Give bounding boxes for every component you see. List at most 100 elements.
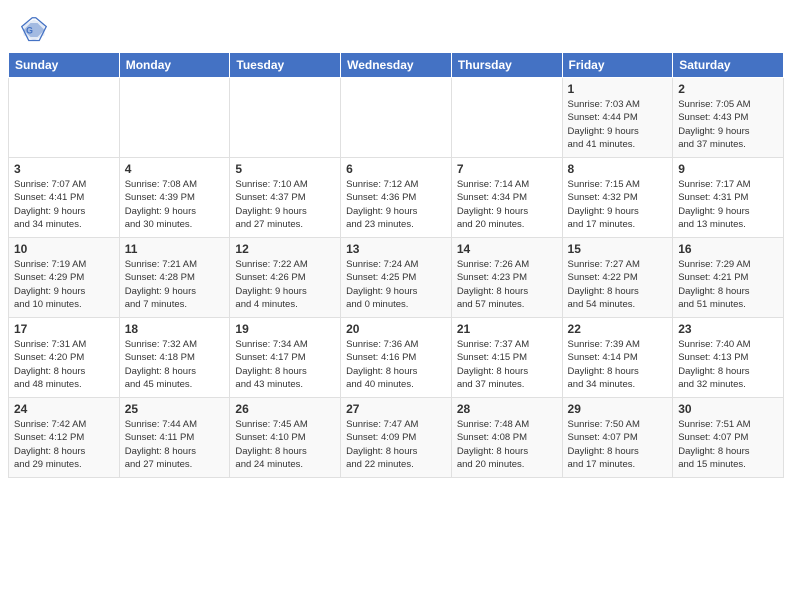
- calendar-cell: [341, 78, 452, 158]
- calendar-cell: 26 Sunrise: 7:45 AM Sunset: 4:10 PM Dayli…: [230, 398, 341, 478]
- day-number: 23: [678, 322, 778, 336]
- day-info: Sunrise: 7:17 AM Sunset: 4:31 PM Dayligh…: [678, 178, 778, 231]
- col-header-monday: Monday: [119, 53, 230, 78]
- day-info: Sunrise: 7:21 AM Sunset: 4:28 PM Dayligh…: [125, 258, 225, 311]
- calendar-cell: 12 Sunrise: 7:22 AM Sunset: 4:26 PM Dayli…: [230, 238, 341, 318]
- day-number: 24: [14, 402, 114, 416]
- day-number: 25: [125, 402, 225, 416]
- calendar-week-row: 24 Sunrise: 7:42 AM Sunset: 4:12 PM Dayli…: [9, 398, 784, 478]
- calendar-week-row: 3 Sunrise: 7:07 AM Sunset: 4:41 PM Daylig…: [9, 158, 784, 238]
- day-info: Sunrise: 7:26 AM Sunset: 4:23 PM Dayligh…: [457, 258, 557, 311]
- day-number: 18: [125, 322, 225, 336]
- calendar-week-row: 10 Sunrise: 7:19 AM Sunset: 4:29 PM Dayli…: [9, 238, 784, 318]
- day-number: 17: [14, 322, 114, 336]
- day-info: Sunrise: 7:29 AM Sunset: 4:21 PM Dayligh…: [678, 258, 778, 311]
- col-header-saturday: Saturday: [673, 53, 784, 78]
- day-info: Sunrise: 7:31 AM Sunset: 4:20 PM Dayligh…: [14, 338, 114, 391]
- day-number: 20: [346, 322, 446, 336]
- calendar-cell: 19Sunrise: 7:34 AM Sunset: 4:17 PM Dayli…: [230, 318, 341, 398]
- day-number: 14: [457, 242, 557, 256]
- day-info: Sunrise: 7:36 AM Sunset: 4:16 PM Dayligh…: [346, 338, 446, 391]
- day-info: Sunrise: 7:12 AM Sunset: 4:36 PM Dayligh…: [346, 178, 446, 231]
- day-number: 22: [568, 322, 668, 336]
- calendar-cell: 6 Sunrise: 7:12 AM Sunset: 4:36 PM Daylig…: [341, 158, 452, 238]
- day-number: 28: [457, 402, 557, 416]
- day-number: 4: [125, 162, 225, 176]
- calendar-cell: 2 Sunrise: 7:05 AM Sunset: 4:43 PM Daylig…: [673, 78, 784, 158]
- page-container: G SundayMondayTuesdayWednesdayThursdayFr…: [0, 0, 792, 486]
- logo-icon: G: [20, 16, 48, 44]
- calendar-cell: 27Sunrise: 7:47 AM Sunset: 4:09 PM Dayli…: [341, 398, 452, 478]
- col-header-thursday: Thursday: [451, 53, 562, 78]
- day-number: 8: [568, 162, 668, 176]
- calendar-header-row: SundayMondayTuesdayWednesdayThursdayFrid…: [9, 53, 784, 78]
- calendar-cell: 18 Sunrise: 7:32 AM Sunset: 4:18 PM Dayli…: [119, 318, 230, 398]
- day-number: 11: [125, 242, 225, 256]
- calendar-cell: 28Sunrise: 7:48 AM Sunset: 4:08 PM Dayli…: [451, 398, 562, 478]
- calendar-cell: 1 Sunrise: 7:03 AM Sunset: 4:44 PM Daylig…: [562, 78, 673, 158]
- calendar-cell: 17 Sunrise: 7:31 AM Sunset: 4:20 PM Dayli…: [9, 318, 120, 398]
- day-info: Sunrise: 7:40 AM Sunset: 4:13 PM Dayligh…: [678, 338, 778, 391]
- day-number: 3: [14, 162, 114, 176]
- calendar-cell: 14 Sunrise: 7:26 AM Sunset: 4:23 PM Dayli…: [451, 238, 562, 318]
- day-info: Sunrise: 7:07 AM Sunset: 4:41 PM Dayligh…: [14, 178, 114, 231]
- day-info: Sunrise: 7:32 AM Sunset: 4:18 PM Dayligh…: [125, 338, 225, 391]
- day-info: Sunrise: 7:39 AM Sunset: 4:14 PM Dayligh…: [568, 338, 668, 391]
- calendar-cell: 10 Sunrise: 7:19 AM Sunset: 4:29 PM Dayli…: [9, 238, 120, 318]
- day-info: Sunrise: 7:45 AM Sunset: 4:10 PM Dayligh…: [235, 418, 335, 471]
- col-header-sunday: Sunday: [9, 53, 120, 78]
- calendar-cell: 23 Sunrise: 7:40 AM Sunset: 4:13 PM Dayli…: [673, 318, 784, 398]
- day-info: Sunrise: 7:34 AM Sunset: 4:17 PM Dayligh…: [235, 338, 335, 391]
- calendar-week-row: 1 Sunrise: 7:03 AM Sunset: 4:44 PM Daylig…: [9, 78, 784, 158]
- svg-text:G: G: [26, 26, 33, 36]
- day-number: 6: [346, 162, 446, 176]
- calendar-cell: [451, 78, 562, 158]
- day-number: 10: [14, 242, 114, 256]
- calendar-cell: 20 Sunrise: 7:36 AM Sunset: 4:16 PM Dayli…: [341, 318, 452, 398]
- day-number: 7: [457, 162, 557, 176]
- day-info: Sunrise: 7:24 AM Sunset: 4:25 PM Dayligh…: [346, 258, 446, 311]
- calendar-cell: [119, 78, 230, 158]
- calendar-table: SundayMondayTuesdayWednesdayThursdayFrid…: [8, 52, 784, 478]
- calendar-week-row: 17 Sunrise: 7:31 AM Sunset: 4:20 PM Dayli…: [9, 318, 784, 398]
- day-number: 21: [457, 322, 557, 336]
- day-number: 12: [235, 242, 335, 256]
- calendar-cell: 13 Sunrise: 7:24 AM Sunset: 4:25 PM Dayli…: [341, 238, 452, 318]
- day-info: Sunrise: 7:19 AM Sunset: 4:29 PM Dayligh…: [14, 258, 114, 311]
- calendar-cell: 3 Sunrise: 7:07 AM Sunset: 4:41 PM Daylig…: [9, 158, 120, 238]
- calendar-cell: 30Sunrise: 7:51 AM Sunset: 4:07 PM Dayli…: [673, 398, 784, 478]
- day-number: 29: [568, 402, 668, 416]
- calendar-cell: 9 Sunrise: 7:17 AM Sunset: 4:31 PM Daylig…: [673, 158, 784, 238]
- calendar-cell: [9, 78, 120, 158]
- day-info: Sunrise: 7:08 AM Sunset: 4:39 PM Dayligh…: [125, 178, 225, 231]
- day-number: 2: [678, 82, 778, 96]
- col-header-friday: Friday: [562, 53, 673, 78]
- day-number: 15: [568, 242, 668, 256]
- calendar-cell: 21Sunrise: 7:37 AM Sunset: 4:15 PM Dayli…: [451, 318, 562, 398]
- day-info: Sunrise: 7:05 AM Sunset: 4:43 PM Dayligh…: [678, 98, 778, 151]
- day-number: 9: [678, 162, 778, 176]
- day-number: 5: [235, 162, 335, 176]
- day-number: 30: [678, 402, 778, 416]
- day-number: 16: [678, 242, 778, 256]
- day-number: 1: [568, 82, 668, 96]
- logo: G: [20, 16, 52, 44]
- calendar-cell: 22 Sunrise: 7:39 AM Sunset: 4:14 PM Dayli…: [562, 318, 673, 398]
- calendar-cell: [230, 78, 341, 158]
- col-header-tuesday: Tuesday: [230, 53, 341, 78]
- day-number: 13: [346, 242, 446, 256]
- day-number: 26: [235, 402, 335, 416]
- calendar-cell: 16 Sunrise: 7:29 AM Sunset: 4:21 PM Dayli…: [673, 238, 784, 318]
- day-info: Sunrise: 7:22 AM Sunset: 4:26 PM Dayligh…: [235, 258, 335, 311]
- day-info: Sunrise: 7:14 AM Sunset: 4:34 PM Dayligh…: [457, 178, 557, 231]
- day-info: Sunrise: 7:03 AM Sunset: 4:44 PM Dayligh…: [568, 98, 668, 151]
- day-number: 27: [346, 402, 446, 416]
- calendar-cell: 7 Sunrise: 7:14 AM Sunset: 4:34 PM Daylig…: [451, 158, 562, 238]
- day-info: Sunrise: 7:15 AM Sunset: 4:32 PM Dayligh…: [568, 178, 668, 231]
- col-header-wednesday: Wednesday: [341, 53, 452, 78]
- calendar-cell: 29Sunrise: 7:50 AM Sunset: 4:07 PM Dayli…: [562, 398, 673, 478]
- calendar-cell: 5Sunrise: 7:10 AM Sunset: 4:37 PM Daylig…: [230, 158, 341, 238]
- calendar-wrapper: SundayMondayTuesdayWednesdayThursdayFrid…: [0, 52, 792, 486]
- calendar-cell: 24 Sunrise: 7:42 AM Sunset: 4:12 PM Dayli…: [9, 398, 120, 478]
- day-info: Sunrise: 7:42 AM Sunset: 4:12 PM Dayligh…: [14, 418, 114, 471]
